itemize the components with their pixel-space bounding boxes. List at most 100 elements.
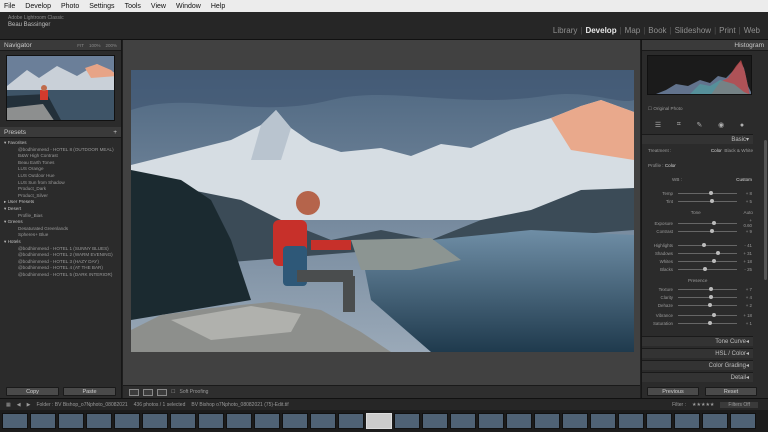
module-book[interactable]: Book: [648, 26, 666, 35]
slider-texture[interactable]: Texture + 7: [647, 286, 752, 292]
slider-knob[interactable]: [707, 320, 712, 325]
preset-item[interactable]: B&W High Contrast: [4, 153, 117, 160]
filmstrip-thumbnail[interactable]: [310, 413, 336, 429]
slider-value[interactable]: + 31: [740, 251, 752, 256]
slider-track[interactable]: [678, 266, 737, 271]
menu-tools[interactable]: Tools: [125, 3, 141, 10]
slider-value[interactable]: + 4: [740, 295, 752, 300]
copy-button[interactable]: Copy: [6, 387, 59, 396]
slider-blacks[interactable]: Blacks - 25: [647, 266, 752, 272]
slider-track[interactable]: [678, 258, 737, 263]
previous-button[interactable]: Previous: [647, 387, 699, 396]
preset-group-favorites[interactable]: ▾ Favorites: [4, 140, 117, 147]
star-filter[interactable]: ★★★★★: [692, 402, 714, 408]
slider-track[interactable]: [678, 294, 737, 299]
slider-temp[interactable]: Temp + 8: [647, 190, 752, 196]
wb-select[interactable]: Custom: [736, 177, 752, 182]
filmstrip-thumbnail[interactable]: [646, 413, 672, 429]
slider-highlights[interactable]: Highlights - 41: [647, 242, 752, 248]
prev-arrow-icon[interactable]: ◀: [17, 402, 21, 408]
filmstrip-thumbnail[interactable]: [618, 413, 644, 429]
detail-header[interactable]: Detail ◂: [642, 372, 753, 382]
filmstrip-thumbnail[interactable]: [674, 413, 700, 429]
navigator-preview[interactable]: [6, 55, 115, 121]
filmstrip-thumbnail[interactable]: [226, 413, 252, 429]
slider-track[interactable]: [678, 220, 737, 225]
slider-track[interactable]: [678, 302, 737, 307]
filmstrip-thumbnail[interactable]: [198, 413, 224, 429]
slider-knob[interactable]: [709, 286, 714, 291]
histogram[interactable]: [647, 55, 752, 95]
filmstrip-thumbnail[interactable]: [478, 413, 504, 429]
slider-value[interactable]: + 18: [740, 313, 752, 318]
filmstrip-thumbnail[interactable]: [2, 413, 28, 429]
slider-knob[interactable]: [712, 220, 717, 225]
filmstrip-thumbnail[interactable]: [282, 413, 308, 429]
filmstrip-thumbnail[interactable]: [506, 413, 532, 429]
preset-item[interactable]: Desaturated Greenlands: [4, 226, 117, 233]
slider-knob[interactable]: [701, 242, 706, 247]
histogram-header[interactable]: Histogram: [642, 40, 768, 51]
slider-value[interactable]: + 5: [740, 199, 752, 204]
preset-item[interactable]: Product_Dark: [4, 186, 117, 193]
module-web[interactable]: Web: [744, 26, 760, 35]
module-library[interactable]: Library: [553, 26, 577, 35]
preset-item[interactable]: @bodhimmesd - HOTEL 8 (OUTDOOR MEAL): [4, 147, 117, 154]
slider-value[interactable]: - 25: [740, 267, 752, 272]
preset-item[interactable]: LUS Sun from Shadow: [4, 180, 117, 187]
module-print[interactable]: Print: [719, 26, 735, 35]
add-preset-icon[interactable]: +: [113, 129, 117, 136]
treatment-bw[interactable]: Black & White: [724, 148, 753, 153]
module-slideshow[interactable]: Slideshow: [675, 26, 711, 35]
slider-dehaze[interactable]: Dehaze + 2: [647, 302, 752, 308]
zoom-100[interactable]: 100%: [89, 43, 101, 48]
red-eye-icon[interactable]: ◉: [718, 121, 724, 129]
filmstrip-thumbnail[interactable]: [30, 413, 56, 429]
slider-knob[interactable]: [712, 312, 717, 317]
slider-value[interactable]: + 2: [740, 303, 752, 308]
healing-brush-icon[interactable]: ✎: [696, 121, 702, 129]
menu-window[interactable]: Window: [176, 3, 201, 10]
filmstrip-thumbnail[interactable]: [422, 413, 448, 429]
compare-view-icon[interactable]: [143, 388, 153, 396]
slider-track[interactable]: [678, 312, 737, 317]
filmstrip-thumbnail[interactable]: [86, 413, 112, 429]
filmstrip-thumbnail[interactable]: [590, 413, 616, 429]
module-develop[interactable]: Develop: [585, 26, 616, 35]
filmstrip-thumbnail[interactable]: [702, 413, 728, 429]
preset-group-greens[interactable]: ▾ Greens: [4, 219, 117, 226]
crop-icon[interactable]: ⌗: [677, 121, 681, 129]
slider-value[interactable]: + 8: [740, 191, 752, 196]
preset-group-user[interactable]: ▸ User Presets: [4, 199, 117, 206]
soft-proofing-checkbox[interactable]: ☐: [171, 389, 175, 395]
preset-item[interactable]: @bodhimmesd - HOTEL 3 (HAZY DAY): [4, 259, 117, 266]
filmstrip-thumbnail[interactable]: [58, 413, 84, 429]
menu-develop[interactable]: Develop: [25, 3, 51, 10]
slider-contrast[interactable]: Contrast + 9: [647, 228, 752, 234]
filmstrip-thumbnail[interactable]: [366, 413, 392, 429]
preset-item[interactable]: @bodhimmesd - HOTEL 2 (WARM EVENING): [4, 252, 117, 259]
filmstrip-thumbnail[interactable]: [142, 413, 168, 429]
before-after-icon[interactable]: [157, 388, 167, 396]
preset-item[interactable]: @bodhimmesd - HOTEL 5 (DARK INTERIOR): [4, 272, 117, 279]
preset-item[interactable]: Product_Silver: [4, 193, 117, 200]
preset-item[interactable]: LUS Orange: [4, 166, 117, 173]
preset-item[interactable]: @bodhimmesd - HOTEL 4 (AT THE BAR): [4, 265, 117, 272]
filmstrip-thumbnail[interactable]: [338, 413, 364, 429]
preset-item[interactable]: Profile_Bias: [4, 213, 117, 220]
basic-header[interactable]: Basic ▾: [642, 134, 753, 144]
navigator-header[interactable]: Navigator FIT 100% 200%: [0, 40, 121, 51]
loupe-view-icon[interactable]: [129, 388, 139, 396]
module-map[interactable]: Map: [625, 26, 641, 35]
slider-vibrance[interactable]: Vibrance + 18: [647, 312, 752, 318]
slider-saturation[interactable]: Saturation + 1: [647, 320, 752, 326]
slider-value[interactable]: + 9: [740, 229, 752, 234]
slider-tint[interactable]: Tint + 5: [647, 198, 752, 204]
filmstrip-thumbnail[interactable]: [114, 413, 140, 429]
slider-clarity[interactable]: Clarity + 4: [647, 294, 752, 300]
presets-header[interactable]: Presets +: [0, 127, 121, 138]
preset-group-hotels[interactable]: ▾ Hotels: [4, 239, 117, 246]
filmstrip-thumbnail[interactable]: [562, 413, 588, 429]
slider-knob[interactable]: [715, 250, 720, 255]
slider-knob[interactable]: [710, 228, 715, 233]
